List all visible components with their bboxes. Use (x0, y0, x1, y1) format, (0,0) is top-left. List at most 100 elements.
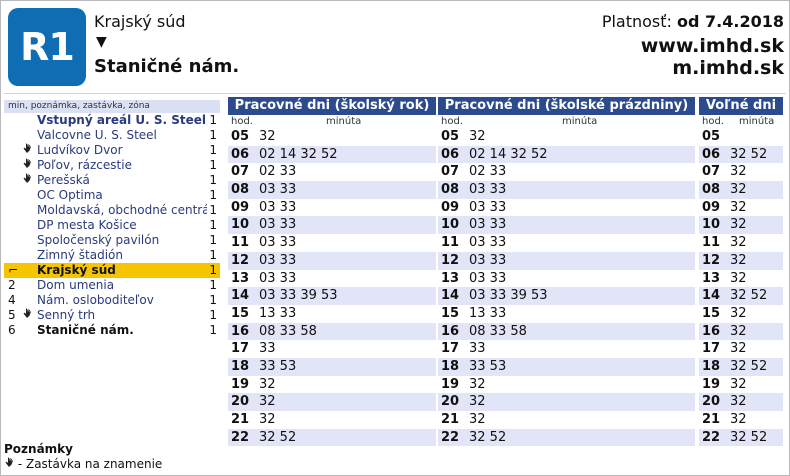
timetable-title: Pracovné dni (školský rok) (228, 97, 436, 115)
stop-name[interactable]: Dom umenia (37, 278, 207, 293)
hour-cell: 21 (441, 412, 460, 427)
minutes-cell: 03 33 (259, 199, 297, 215)
hour-cell: 08 (441, 182, 460, 198)
hour-cell: 20 (441, 394, 460, 410)
hour-cell: 14 (441, 288, 460, 304)
hour-cell: 05 (231, 129, 250, 144)
minutes-cell: 03 33 (469, 199, 507, 215)
hour-cell: 22 (702, 429, 721, 445)
hour-cell: 17 (702, 341, 721, 357)
stop-item[interactable]: 6 Staničné nám. 1 (4, 323, 220, 338)
stop-item[interactable]: Perešská 1 (4, 173, 220, 188)
timetable-row: 15 13 33 (438, 304, 695, 323)
timetable-row: 06 32 52 (699, 145, 783, 164)
timetable-row: 05 32 (438, 128, 695, 146)
timetable-row: 11 03 33 (438, 234, 695, 252)
minutes-cell: 03 33 (259, 235, 297, 251)
stop-name[interactable]: Poľov, rázcestie (37, 158, 207, 173)
minutes-cell: 03 33 (469, 235, 507, 251)
timetable-row: 07 02 33 (228, 163, 436, 182)
stop-zone: 1 (209, 203, 217, 217)
hand-request-stop-icon (22, 143, 32, 158)
stop-name[interactable]: Spoločenský pavilón (37, 233, 207, 248)
stop-name[interactable]: Perešská (37, 173, 207, 188)
minutes-cell: 33 (469, 341, 486, 357)
minutes-cell: 32 (730, 182, 747, 198)
stop-item[interactable]: ⌐ Krajský súd 1 (4, 263, 220, 278)
stop-name[interactable]: Vstupný areál U. S. Steel (37, 113, 207, 128)
timetable-row: 22 32 52 (699, 428, 783, 447)
timetable-subheader: hod. minúta (228, 115, 436, 128)
stop-zone: 1 (209, 248, 217, 262)
stop-item[interactable]: Spoločenský pavilón 1 (4, 233, 220, 248)
stop-name[interactable]: Zimný štadión (37, 248, 207, 263)
minutes-cell: 32 (469, 412, 486, 427)
stop-item[interactable]: Zimný štadión 1 (4, 248, 220, 263)
timetable-row: 12 03 33 (438, 251, 695, 270)
validity-label: Platnosť: (601, 12, 672, 31)
note-text: - Zastávka na znamenie (17, 457, 163, 471)
stop-name[interactable]: Ludvíkov Dvor (37, 143, 207, 158)
stop-item[interactable]: Moldavská, obchodné centrá 1 (4, 203, 220, 218)
hour-cell: 06 (231, 146, 250, 162)
minutes-cell: 32 (730, 252, 747, 268)
minutes-cell: 33 53 (469, 358, 507, 374)
stop-name[interactable]: Krajský súd (37, 263, 207, 278)
stop-name[interactable]: Nám. osloboditeľov (37, 293, 207, 308)
hour-cell: 19 (702, 376, 721, 392)
minutes-cell: 32 (259, 412, 276, 427)
stop-zone: 1 (209, 293, 217, 307)
stop-item[interactable]: Ludvíkov Dvor 1 (4, 143, 220, 158)
hour-cell: 07 (231, 164, 250, 180)
stop-zone: 1 (209, 188, 217, 202)
minutes-cell: 32 (259, 129, 276, 144)
stop-item[interactable]: Poľov, rázcestie 1 (4, 158, 220, 173)
stop-name[interactable]: OC Optima (37, 188, 207, 203)
stop-minutes: 5 (8, 308, 16, 322)
hour-col-label: hod. (441, 116, 463, 127)
minutes-cell: 03 33 (259, 217, 297, 233)
hour-cell: 11 (231, 235, 250, 251)
stop-zone: 1 (209, 128, 217, 142)
hour-cell: 09 (441, 199, 460, 215)
stop-zone: 1 (209, 308, 217, 322)
stop-name[interactable]: Staničné nám. (37, 323, 207, 338)
stop-item[interactable]: Valcovne U. S. Steel 1 (4, 128, 220, 143)
timetable-row: 18 33 53 (438, 357, 695, 376)
direction-arrow-icon: ▼ (96, 34, 107, 50)
stop-zone: 1 (209, 143, 217, 157)
hour-cell: 07 (441, 164, 460, 180)
stop-item[interactable]: DP mesta Košice 1 (4, 218, 220, 233)
stop-name[interactable]: Senný trh (37, 308, 207, 323)
stop-name[interactable]: DP mesta Košice (37, 218, 207, 233)
stop-item[interactable]: OC Optima 1 (4, 188, 220, 203)
timetable-row: 21 32 (228, 411, 436, 429)
hour-cell: 13 (441, 270, 460, 286)
minutes-cell: 33 (259, 341, 276, 357)
stop-item[interactable]: 5 Senný trh 1 (4, 308, 220, 323)
hour-cell: 12 (702, 252, 721, 268)
hour-cell: 11 (702, 235, 721, 251)
minutes-cell: 32 (730, 323, 747, 339)
stop-name[interactable]: Moldavská, obchodné centrá (37, 203, 207, 218)
minutes-cell: 03 33 (469, 252, 507, 268)
stop-item[interactable]: Vstupný areál U. S. Steel 1 (4, 113, 220, 128)
timetable-row: 19 32 (438, 375, 695, 394)
timetable-row: 13 32 (699, 269, 783, 288)
stop-item[interactable]: 4 Nám. osloboditeľov 1 (4, 293, 220, 308)
stop-name[interactable]: Valcovne U. S. Steel (37, 128, 207, 143)
timetable-row: 13 03 33 (228, 269, 436, 288)
timetable-row: 09 32 (699, 198, 783, 217)
stop-item[interactable]: 2 Dom umenia 1 (4, 278, 220, 293)
mobile-website-link[interactable]: m.imhd.sk (672, 57, 784, 79)
destination-stop: Staničné nám. (94, 56, 240, 77)
hour-cell: 07 (702, 164, 721, 180)
timetable-row: 19 32 (699, 375, 783, 394)
hour-cell: 10 (231, 217, 250, 233)
hour-cell: 22 (231, 429, 250, 445)
hour-cell: 18 (441, 358, 460, 374)
validity: Platnosť: od 7.4.2018 (602, 12, 784, 31)
website-link[interactable]: www.imhd.sk (641, 35, 784, 57)
hour-cell: 09 (231, 199, 250, 215)
hour-cell: 17 (231, 341, 250, 357)
